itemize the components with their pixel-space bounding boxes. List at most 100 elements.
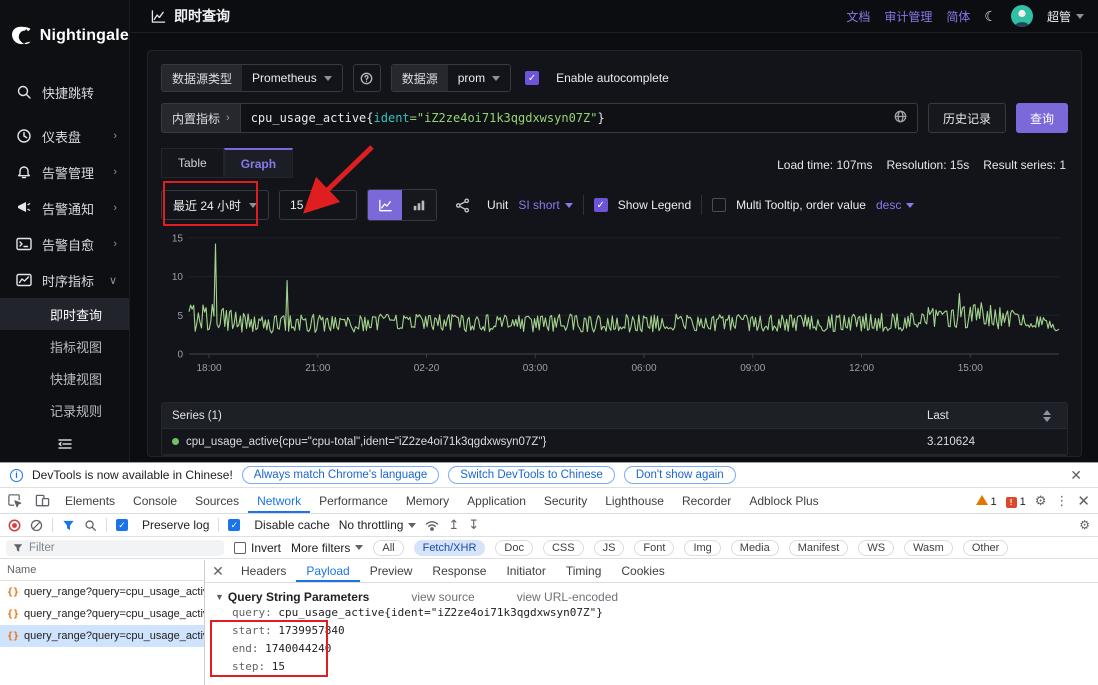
- import-har-icon[interactable]: ↥: [448, 517, 459, 533]
- line-chart-button[interactable]: [368, 190, 402, 220]
- query-button[interactable]: 查询: [1016, 103, 1068, 133]
- dont-show-again-button[interactable]: Don't show again: [624, 466, 736, 484]
- record-button[interactable]: [8, 519, 21, 532]
- tab-initiator[interactable]: Initiator: [496, 560, 555, 582]
- filter-pill-wasm[interactable]: Wasm: [904, 540, 953, 556]
- tab-preview[interactable]: Preview: [360, 560, 423, 582]
- builtin-metrics-button[interactable]: 内置指标›: [161, 103, 240, 133]
- tab-cookies[interactable]: Cookies: [611, 560, 674, 582]
- sidebar-item-quick-views[interactable]: 快捷视图: [0, 362, 129, 394]
- tab-lighthouse[interactable]: Lighthouse: [596, 488, 673, 513]
- match-language-button[interactable]: Always match Chrome's language: [242, 466, 440, 484]
- datasource-help-button[interactable]: [353, 64, 381, 92]
- more-filters-button[interactable]: More filters: [291, 541, 363, 555]
- view-url-encoded-link[interactable]: view URL-encoded: [517, 590, 618, 604]
- preserve-log-checkbox[interactable]: ✓: [116, 519, 128, 531]
- tab-console[interactable]: Console: [124, 488, 186, 513]
- step-input[interactable]: 15: [279, 190, 357, 220]
- request-row-selected[interactable]: {}query_range?query=cpu_usage_activ...: [0, 625, 204, 647]
- sidebar-collapse-button[interactable]: [0, 436, 129, 452]
- detail-close-icon[interactable]: ✕: [205, 560, 231, 582]
- order-select[interactable]: desc: [876, 198, 914, 212]
- tab-security[interactable]: Security: [535, 488, 596, 513]
- tab-table[interactable]: Table: [161, 148, 224, 178]
- devtools-settings-icon[interactable]: ⚙: [1035, 493, 1047, 509]
- show-legend-checkbox[interactable]: ✓: [594, 198, 608, 212]
- sidebar-item-alert-manage[interactable]: 告警管理›: [0, 154, 129, 190]
- filter-funnel-icon[interactable]: [62, 519, 75, 532]
- brand-logo[interactable]: Nightingale: [0, 0, 129, 56]
- tab-adblock-plus[interactable]: Adblock Plus: [740, 488, 827, 513]
- filter-pill-other[interactable]: Other: [963, 540, 1009, 556]
- filter-pill-img[interactable]: Img: [684, 540, 720, 556]
- audit-link[interactable]: 审计管理: [884, 8, 932, 25]
- filter-pill-css[interactable]: CSS: [543, 540, 584, 556]
- sidebar-item-recording-rules[interactable]: 记录规则: [0, 394, 129, 426]
- docs-link[interactable]: 文档: [846, 8, 870, 25]
- warnings-indicator[interactable]: 1: [976, 494, 997, 508]
- clear-button[interactable]: [30, 519, 43, 532]
- disclosure-triangle-icon[interactable]: ▼: [215, 592, 224, 602]
- filter-pill-media[interactable]: Media: [731, 540, 779, 556]
- devtools-close-icon[interactable]: ✕: [1077, 492, 1090, 510]
- time-range-select[interactable]: 最近 24 小时: [161, 190, 269, 220]
- tab-headers[interactable]: Headers: [231, 560, 296, 582]
- request-row[interactable]: {}query_range?query=cpu_usage_activ...: [0, 581, 204, 603]
- tab-graph[interactable]: Graph: [224, 148, 293, 178]
- history-button[interactable]: 历史记录: [928, 103, 1006, 133]
- promql-input[interactable]: cpu_usage_active{ident="iZ2ze4oi71k3qgdx…: [240, 103, 918, 133]
- filter-pill-all[interactable]: All: [373, 540, 403, 556]
- filter-input[interactable]: Filter: [6, 540, 224, 556]
- tab-response[interactable]: Response: [422, 560, 496, 582]
- tab-recorder[interactable]: Recorder: [673, 488, 740, 513]
- network-conditions-icon[interactable]: [425, 518, 439, 532]
- language-link[interactable]: 简体: [946, 8, 970, 25]
- tab-network[interactable]: Network: [248, 488, 310, 513]
- sort-button[interactable]: [1037, 410, 1057, 422]
- filter-pill-manifest[interactable]: Manifest: [789, 540, 849, 556]
- avatar[interactable]: [1011, 5, 1033, 27]
- unit-select[interactable]: SI short: [518, 198, 572, 212]
- share-button[interactable]: [447, 190, 477, 220]
- multi-tooltip-checkbox[interactable]: [712, 198, 726, 212]
- dark-mode-toggle-icon[interactable]: ☾: [984, 8, 997, 25]
- user-menu[interactable]: 超管: [1047, 8, 1084, 25]
- sidebar-item-metric-views[interactable]: 指标视图: [0, 330, 129, 362]
- device-toolbar-button[interactable]: [28, 488, 56, 513]
- request-row[interactable]: {}query_range?query=cpu_usage_activ...: [0, 603, 204, 625]
- throttling-select[interactable]: No throttling: [339, 518, 417, 532]
- disable-cache-checkbox[interactable]: ✓: [228, 519, 240, 531]
- filter-pill-fetch-xhr[interactable]: Fetch/XHR: [414, 540, 486, 556]
- invert-checkbox[interactable]: [234, 542, 246, 554]
- sidebar-item-dashboards[interactable]: 仪表盘›: [0, 118, 129, 154]
- tab-sources[interactable]: Sources: [186, 488, 248, 513]
- infobar-close-icon[interactable]: ✕: [1070, 467, 1088, 484]
- network-settings-icon[interactable]: ⚙: [1079, 518, 1090, 532]
- filter-pill-font[interactable]: Font: [634, 540, 674, 556]
- name-column-header[interactable]: Name: [0, 560, 204, 581]
- globe-icon[interactable]: [894, 110, 907, 126]
- query-string-params-header[interactable]: Query String Parameters: [228, 590, 369, 604]
- series-row[interactable]: cpu_usage_active{cpu="cpu-total",ident="…: [162, 429, 1067, 455]
- tab-performance[interactable]: Performance: [310, 488, 397, 513]
- sidebar-item-self-healing[interactable]: 告警自愈›: [0, 226, 129, 262]
- tab-payload[interactable]: Payload: [296, 560, 359, 582]
- tab-application[interactable]: Application: [458, 488, 535, 513]
- export-har-icon[interactable]: ↧: [468, 517, 479, 533]
- filter-pill-doc[interactable]: Doc: [495, 540, 533, 556]
- tab-memory[interactable]: Memory: [397, 488, 458, 513]
- search-icon[interactable]: [84, 519, 97, 532]
- sidebar-item-quick-jump[interactable]: 快捷跳转: [0, 74, 129, 110]
- tab-timing[interactable]: Timing: [556, 560, 612, 582]
- sidebar-item-alert-notify[interactable]: 告警通知›: [0, 190, 129, 226]
- datasource-type-select[interactable]: Prometheus: [242, 65, 342, 91]
- switch-chinese-button[interactable]: Switch DevTools to Chinese: [448, 466, 615, 484]
- inspect-element-button[interactable]: [0, 488, 28, 513]
- tab-elements[interactable]: Elements: [56, 488, 124, 513]
- issues-indicator[interactable]: !1: [1006, 494, 1026, 508]
- datasource-select[interactable]: prom: [448, 65, 510, 91]
- devtools-menu-icon[interactable]: ⋮: [1055, 493, 1068, 509]
- bar-chart-button[interactable]: [402, 190, 436, 220]
- sidebar-item-metrics[interactable]: 时序指标∨: [0, 262, 129, 298]
- autocomplete-checkbox[interactable]: ✓: [525, 71, 539, 85]
